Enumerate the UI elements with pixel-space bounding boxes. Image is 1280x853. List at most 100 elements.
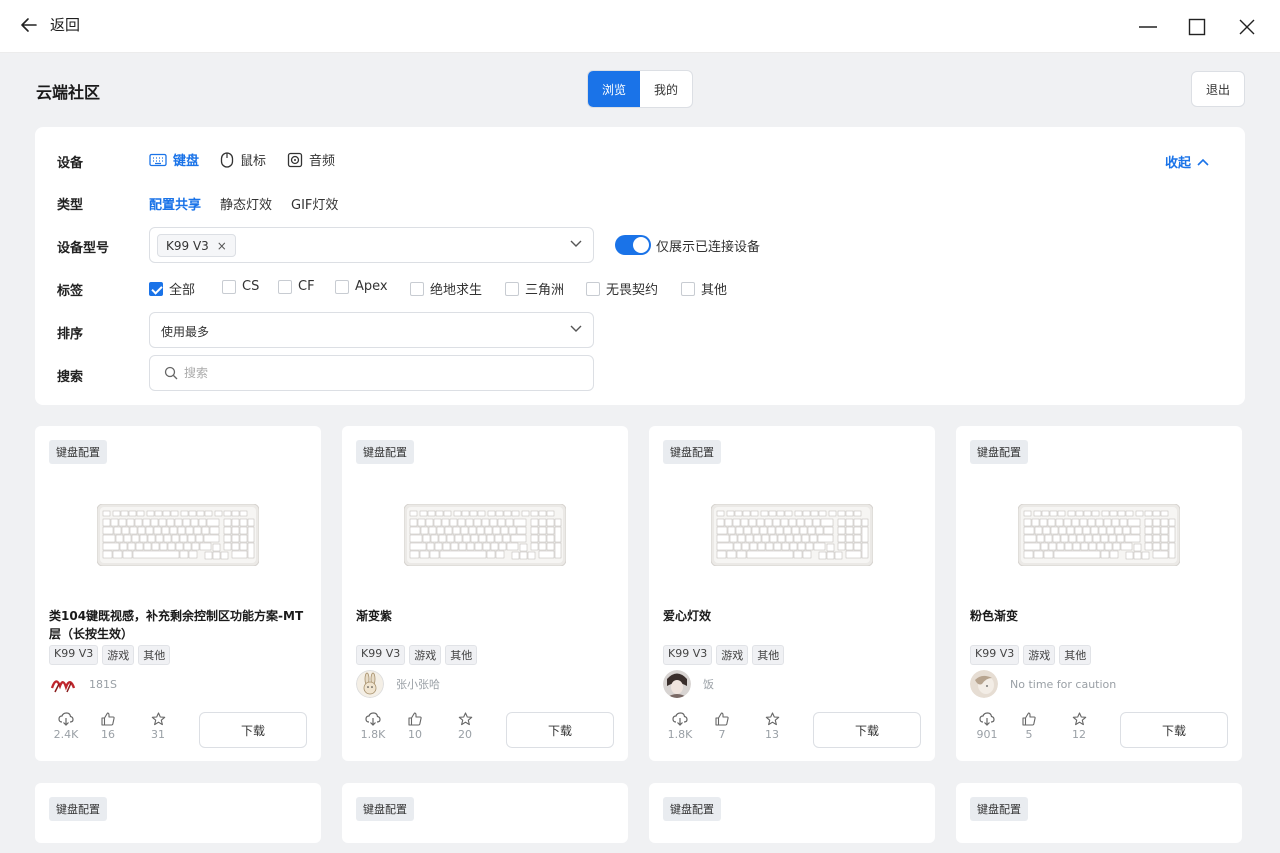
sort-value: 使用最多 — [161, 325, 210, 339]
tab-browse[interactable]: 浏览 — [588, 71, 640, 107]
config-card[interactable]: 键盘配置 类104键既视感，补充剩余控制区功能方案-MT层（长按生效） K99 … — [35, 426, 321, 761]
speaker-icon — [287, 152, 303, 167]
like-count[interactable]: 5 — [1004, 712, 1054, 741]
checkbox[interactable] — [335, 279, 349, 294]
download-button[interactable]: 下载 — [1120, 712, 1228, 748]
download-count[interactable]: 901 — [970, 712, 1004, 741]
keyboard-image — [1018, 504, 1180, 566]
card-tags: K99 V3 游戏 其他 — [970, 645, 1092, 665]
config-card[interactable]: 键盘配置 — [956, 783, 1242, 843]
thumbs-up-icon — [1022, 712, 1036, 726]
card-tag: K99 V3 — [970, 645, 1020, 665]
favorite-count[interactable]: 20 — [440, 712, 490, 741]
download-count[interactable]: 1.8K — [663, 712, 697, 741]
tag-cf[interactable]: CF — [278, 279, 315, 294]
toggle-switch[interactable] — [615, 235, 651, 255]
download-button[interactable]: 下载 — [506, 712, 614, 748]
tag-all[interactable]: 全部 — [149, 279, 195, 298]
download-cloud-icon — [672, 712, 688, 726]
tag-delta[interactable]: 三角洲 — [505, 279, 564, 298]
config-card[interactable]: 键盘配置 — [649, 783, 935, 843]
model-label: 设备型号 — [57, 241, 110, 256]
maximize-icon — [1188, 18, 1206, 36]
collapse-button[interactable]: 收起 — [1165, 152, 1209, 171]
minimize-button[interactable] — [1133, 12, 1163, 42]
checkbox[interactable] — [278, 279, 292, 294]
card-badge: 键盘配置 — [356, 440, 414, 464]
favorite-count[interactable]: 31 — [133, 712, 183, 741]
checkbox-checked[interactable] — [149, 281, 163, 296]
card-author[interactable]: 张小张哈 — [356, 670, 440, 698]
tag-other[interactable]: 其他 — [681, 279, 727, 298]
card-badge: 键盘配置 — [663, 440, 721, 464]
checkbox[interactable] — [222, 279, 236, 294]
checkbox[interactable] — [681, 281, 695, 296]
page-title: 云端社区 — [36, 83, 101, 102]
chevron-down-icon — [570, 240, 582, 247]
maximize-button[interactable] — [1182, 12, 1212, 42]
config-card[interactable]: 键盘配置 — [342, 783, 628, 843]
tag-valorant[interactable]: 无畏契约 — [586, 279, 658, 298]
device-keyboard[interactable]: 键盘 — [149, 150, 199, 169]
search-box — [149, 355, 594, 391]
card-tag: K99 V3 — [663, 645, 713, 665]
type-static-light[interactable]: 静态灯效 — [220, 194, 272, 213]
config-card[interactable]: 键盘配置 粉色渐变 K99 V3 游戏 其他 No time for cauti… — [956, 426, 1242, 761]
model-chip: K99 V3 × — [157, 234, 236, 257]
favorite-count[interactable]: 12 — [1054, 712, 1104, 741]
card-badge: 键盘配置 — [970, 797, 1028, 821]
card-author[interactable]: No time for caution — [970, 670, 1116, 698]
sort-label: 排序 — [57, 327, 84, 342]
like-count[interactable]: 7 — [697, 712, 747, 741]
view-switch: 浏览 我的 — [587, 70, 693, 108]
sort-select[interactable]: 使用最多 — [149, 312, 594, 348]
card-tag: 游戏 — [1023, 645, 1056, 665]
tag-apex[interactable]: Apex — [335, 279, 388, 294]
download-button[interactable]: 下载 — [813, 712, 921, 748]
device-label: 设备 — [57, 156, 84, 171]
close-button[interactable] — [1232, 12, 1262, 42]
exit-button[interactable]: 退出 — [1191, 71, 1245, 107]
like-count[interactable]: 10 — [390, 712, 440, 741]
checkbox[interactable] — [410, 281, 424, 296]
card-author[interactable]: 饭 — [663, 670, 714, 698]
model-select[interactable]: K99 V3 × — [149, 227, 594, 263]
filter-panel: 设备 键盘 鼠标 音频 收起 类型 配置共享 静态灯效 GIF灯效 设备型号 K… — [35, 127, 1245, 405]
favorite-count-value: 12 — [1072, 728, 1086, 741]
config-card[interactable]: 键盘配置 渐变紫 K99 V3 游戏 其他 张小张哈 1.8K 10 20 下载 — [342, 426, 628, 761]
favorite-count[interactable]: 13 — [747, 712, 797, 741]
config-card[interactable]: 键盘配置 爱心灯效 K99 V3 游戏 其他 饭 1.8K 7 13 下载 — [649, 426, 935, 761]
like-count[interactable]: 16 — [83, 712, 133, 741]
tag-cs[interactable]: CS — [222, 279, 259, 294]
star-icon — [1072, 712, 1086, 726]
connected-only-toggle[interactable]: 仅展示已连接设备 — [615, 235, 760, 255]
download-button[interactable]: 下载 — [199, 712, 307, 748]
like-count-value: 7 — [718, 728, 726, 741]
checkbox[interactable] — [586, 281, 600, 296]
config-card[interactable]: 键盘配置 — [35, 783, 321, 843]
chevron-up-icon — [1197, 158, 1209, 166]
favorite-count-value: 13 — [765, 728, 779, 741]
favorite-count-value: 20 — [458, 728, 472, 741]
checkbox[interactable] — [505, 281, 519, 296]
download-count[interactable]: 2.4K — [49, 712, 83, 741]
download-count[interactable]: 1.8K — [356, 712, 390, 741]
download-cloud-icon — [979, 712, 995, 726]
type-gif-light[interactable]: GIF灯效 — [291, 194, 338, 213]
tab-mine[interactable]: 我的 — [640, 71, 692, 107]
model-chip-label: K99 V3 — [166, 238, 209, 253]
chip-remove-icon[interactable]: × — [217, 239, 227, 253]
author-name: 饭 — [703, 678, 714, 691]
card-author[interactable]: 181S — [49, 670, 117, 698]
avatar — [356, 670, 384, 698]
author-name: 181S — [89, 677, 117, 691]
back-button[interactable]: 返回 — [20, 14, 80, 35]
tag-valorant-label: 无畏契约 — [606, 283, 659, 298]
search-input[interactable] — [184, 366, 564, 380]
type-config-share[interactable]: 配置共享 — [149, 194, 201, 213]
card-stats: 2.4K 16 31 — [49, 712, 183, 741]
card-stats: 1.8K 7 13 — [663, 712, 797, 741]
tag-pubg[interactable]: 绝地求生 — [410, 279, 482, 298]
device-mouse[interactable]: 鼠标 — [220, 150, 266, 169]
device-audio[interactable]: 音频 — [287, 150, 335, 169]
